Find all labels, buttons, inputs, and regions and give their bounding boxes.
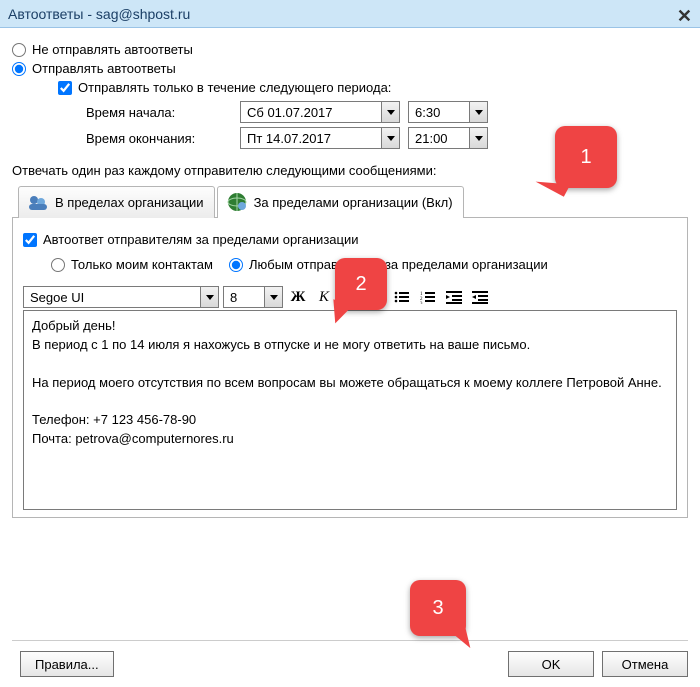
cancel-button[interactable]: Отмена (602, 651, 688, 677)
start-time-dropdown[interactable]: 6:30 (408, 101, 488, 123)
end-time-dropdown[interactable]: 21:00 (408, 127, 488, 149)
outside-checkbox-label: Автоответ отправителям за пределами орга… (43, 232, 358, 247)
chevron-down-icon[interactable] (469, 128, 487, 148)
tab-inside-label: В пределах организации (55, 195, 204, 210)
radio-only-contacts-label: Только моим контактам (71, 257, 213, 272)
tab-strip: В пределах организации За пределами орга… (18, 186, 688, 218)
period-end-label: Время окончания: (86, 131, 232, 146)
numbered-list-button[interactable]: 123 (417, 286, 439, 308)
title-bar: Автоответы - sag@shpost.ru ✕ (0, 0, 700, 28)
radio-anyone-row: Любым отправителям за пределами организа… (229, 257, 548, 272)
period-start-label: Время начала: (86, 105, 232, 120)
tab-outside-label: За пределами организации (Вкл) (254, 195, 453, 210)
radio-anyone-label: Любым отправителям за пределами организа… (249, 257, 548, 272)
radio-only-contacts[interactable] (51, 258, 65, 272)
close-icon[interactable]: ✕ (677, 2, 692, 30)
radio-send-row: Отправлять автоответы (12, 61, 688, 76)
start-time-value: 6:30 (415, 105, 469, 120)
chevron-down-icon[interactable] (381, 128, 399, 148)
radio-anyone[interactable] (229, 258, 243, 272)
radio-send[interactable] (12, 62, 26, 76)
chevron-down-icon[interactable] (200, 287, 218, 307)
start-date-dropdown[interactable]: Сб 01.07.2017 (240, 101, 400, 123)
tab-outside-org[interactable]: За пределами организации (Вкл) (217, 186, 464, 218)
font-family-dropdown[interactable]: Segoe UI (23, 286, 219, 308)
font-size-value: 8 (230, 290, 264, 305)
period-checkbox-row: Отправлять только в течение следующего п… (58, 80, 688, 95)
outside-checkbox-row: Автоответ отправителям за пределами орга… (23, 232, 677, 247)
globe-icon (226, 191, 248, 213)
dialog-footer: Правила... OK Отмена (12, 640, 688, 677)
radio-send-label: Отправлять автоответы (32, 61, 176, 76)
bold-button[interactable]: Ж (287, 286, 309, 308)
font-size-dropdown[interactable]: 8 (223, 286, 283, 308)
radio-no-send[interactable] (12, 43, 26, 57)
radio-no-send-row: Не отправлять автоответы (12, 42, 688, 57)
ok-button[interactable]: OK (508, 651, 594, 677)
end-date-dropdown[interactable]: Пт 14.07.2017 (240, 127, 400, 149)
font-family-value: Segoe UI (30, 290, 200, 305)
message-body-textarea[interactable] (23, 310, 677, 510)
tab-inside-org[interactable]: В пределах организации (18, 186, 215, 218)
end-date-value: Пт 14.07.2017 (247, 131, 381, 146)
radio-no-send-label: Не отправлять автоответы (32, 42, 193, 57)
window-title: Автоответы - sag@shpost.ru (8, 6, 190, 22)
period-checkbox[interactable] (58, 81, 72, 95)
start-date-value: Сб 01.07.2017 (247, 105, 381, 120)
chevron-down-icon[interactable] (469, 102, 487, 122)
bullet-list-button[interactable] (391, 286, 413, 308)
annotation-callout-1: 1 (555, 126, 617, 188)
annotation-callout-3: 3 (410, 580, 466, 636)
end-time-value: 21:00 (415, 131, 469, 146)
period-start-row: Время начала: Сб 01.07.2017 6:30 (86, 101, 688, 123)
chevron-down-icon[interactable] (381, 102, 399, 122)
people-icon (27, 191, 49, 213)
radio-only-contacts-row: Только моим контактам (51, 257, 213, 272)
indent-button[interactable] (469, 286, 491, 308)
rules-button[interactable]: Правила... (20, 651, 114, 677)
chevron-down-icon[interactable] (264, 287, 282, 307)
outside-checkbox[interactable] (23, 233, 37, 247)
period-checkbox-label: Отправлять только в течение следующего п… (78, 80, 391, 95)
outdent-button[interactable] (443, 286, 465, 308)
annotation-callout-2: 2 (335, 258, 387, 310)
svg-text:3: 3 (420, 302, 423, 304)
